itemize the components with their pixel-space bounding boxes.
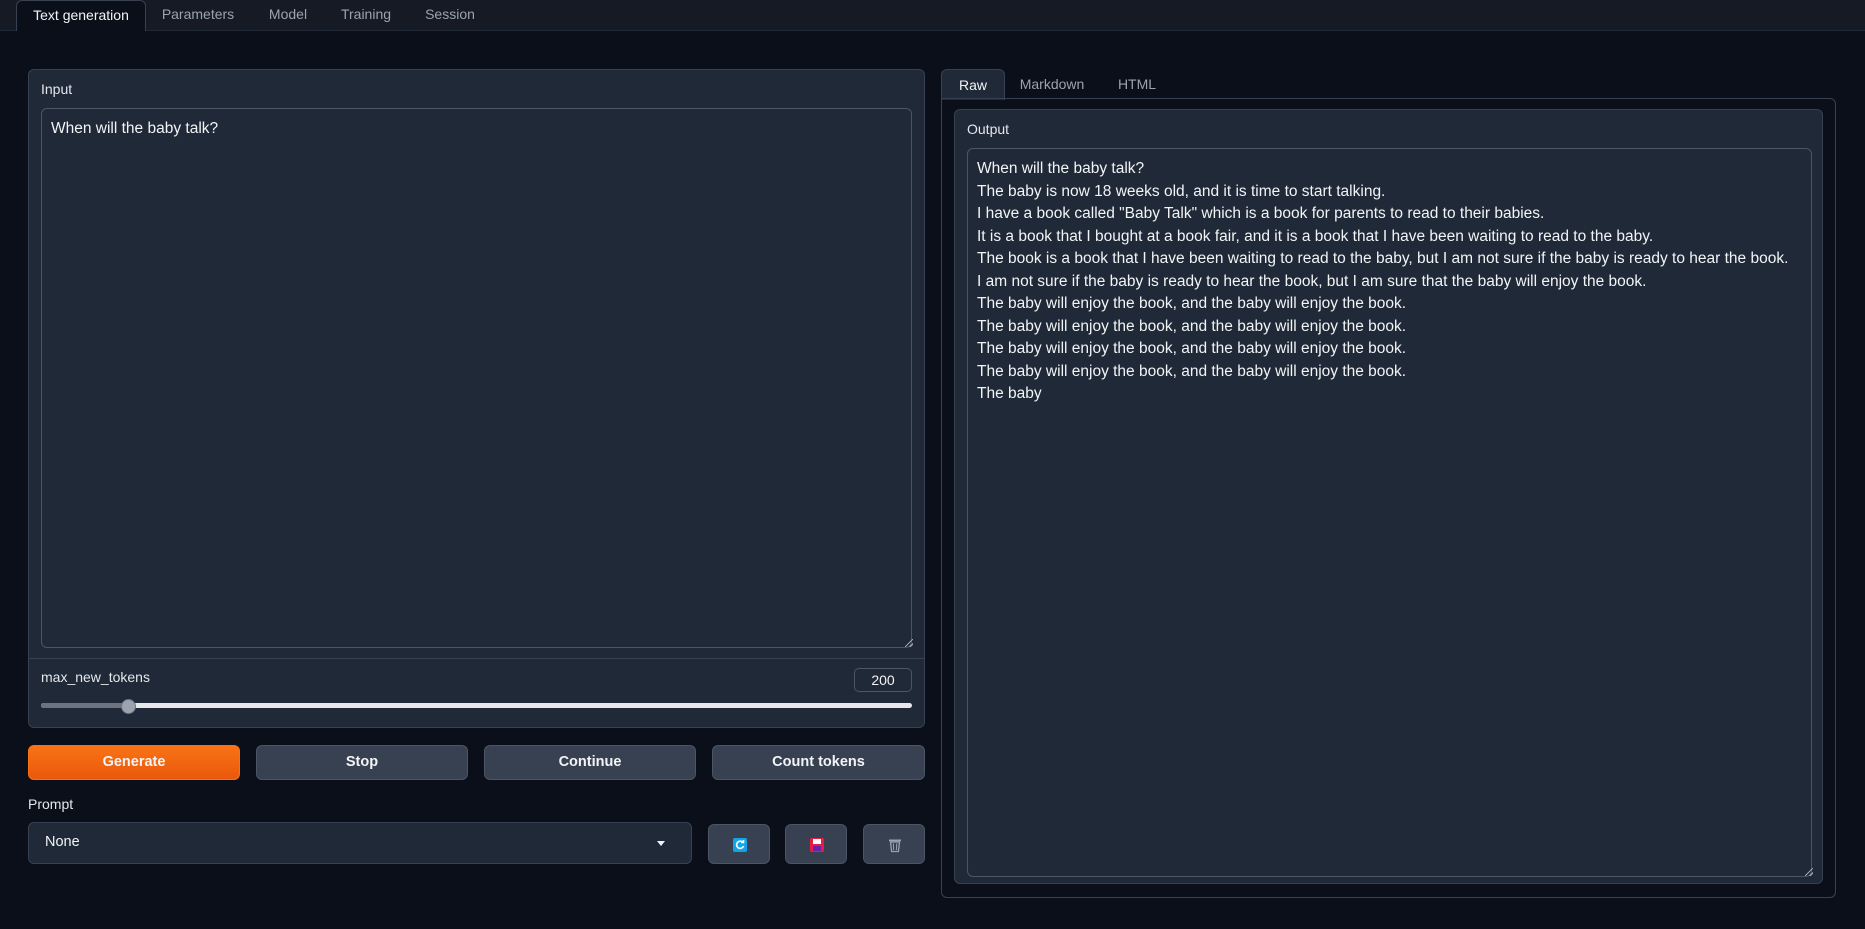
slider-fill <box>41 703 128 708</box>
top-tab-bar: Text generation Parameters Model Trainin… <box>0 0 1865 31</box>
save-icon <box>810 838 824 852</box>
input-textarea[interactable]: When will the baby talk? <box>41 108 912 648</box>
tab-session[interactable]: Session <box>410 0 490 29</box>
tab-parameters[interactable]: Parameters <box>150 0 246 29</box>
generate-button[interactable]: Generate <box>28 745 240 780</box>
tab-text-generation[interactable]: Text generation <box>16 0 146 31</box>
continue-button[interactable]: Continue <box>484 745 696 780</box>
resize-handle[interactable] <box>1805 868 1813 876</box>
input-label: Input <box>41 81 73 97</box>
tab-training[interactable]: Training <box>330 0 402 29</box>
max-new-tokens-label: max_new_tokens <box>41 669 150 685</box>
save-prompt-button[interactable] <box>785 824 847 864</box>
tab-markdown[interactable]: Markdown <box>1010 69 1094 99</box>
prompt-label: Prompt <box>28 796 74 812</box>
stop-button[interactable]: Stop <box>256 745 468 780</box>
tab-html[interactable]: HTML <box>1104 69 1170 99</box>
output-label: Output <box>967 121 1010 137</box>
resize-handle[interactable] <box>905 639 913 647</box>
prompt-selected-value: None <box>45 834 80 850</box>
refresh-prompts-button[interactable] <box>708 824 770 864</box>
count-tokens-button[interactable]: Count tokens <box>712 745 925 780</box>
max-new-tokens-slider[interactable] <box>41 699 912 714</box>
output-textarea[interactable]: When will the baby talk? The baby is now… <box>967 148 1812 877</box>
slider-thumb[interactable] <box>121 699 136 714</box>
input-panel: Input When will the baby talk? max_new_t… <box>28 69 925 728</box>
divider <box>29 658 924 659</box>
delete-prompt-button[interactable] <box>863 824 925 864</box>
output-tab-container: Output When will the baby talk? The baby… <box>941 98 1836 898</box>
trash-icon <box>889 839 901 853</box>
chevron-down-icon <box>657 841 665 846</box>
output-panel: Output When will the baby talk? The baby… <box>954 109 1823 884</box>
tab-model[interactable]: Model <box>254 0 322 29</box>
tab-raw[interactable]: Raw <box>941 69 1005 100</box>
refresh-icon <box>733 838 747 852</box>
prompt-dropdown[interactable]: None <box>28 822 692 864</box>
max-new-tokens-input[interactable]: 200 <box>854 668 912 692</box>
